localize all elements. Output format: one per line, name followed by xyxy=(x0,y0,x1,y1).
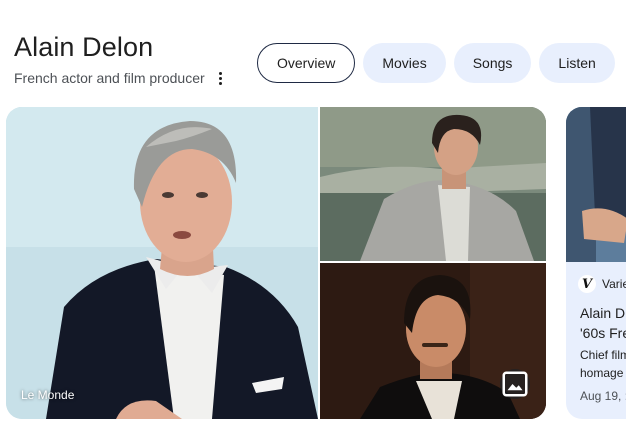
news-image-illustration xyxy=(566,107,626,262)
news-source: V Varie xyxy=(578,275,626,293)
tab-songs[interactable]: Songs xyxy=(453,43,532,83)
news-title-line: '60s Fre xyxy=(580,325,626,341)
film-still-bottom-image[interactable] xyxy=(320,263,546,419)
image-source-label: Le Monde xyxy=(21,388,75,402)
source-name: Varie xyxy=(602,277,626,291)
entity-title: Alain Delon xyxy=(14,32,154,62)
portrait-illustration xyxy=(6,107,318,419)
entity-subtitle: French actor and film producer xyxy=(14,70,205,86)
entity-tabs: Overview Movies Songs Listen xyxy=(257,43,615,83)
tab-label: Listen xyxy=(558,55,596,71)
film-still-illustration xyxy=(320,107,546,261)
film-still-top-image[interactable] xyxy=(320,107,546,261)
tab-label: Overview xyxy=(277,55,336,71)
news-snippet-line: Chief film xyxy=(580,348,626,362)
main-portrait-image[interactable]: Le Monde xyxy=(6,107,318,419)
tab-overview[interactable]: Overview xyxy=(257,43,356,83)
news-date: Aug 19, : xyxy=(580,389,626,403)
news-card[interactable]: V Varie Alain D '60s Fre Chief film homa… xyxy=(566,107,626,419)
news-snippet: Chief film homage xyxy=(580,346,626,382)
news-title-line: Alain D xyxy=(580,305,626,321)
entity-header: Alain Delon French actor and film produc… xyxy=(14,30,228,87)
tab-movies[interactable]: Movies xyxy=(363,43,446,83)
tab-label: Songs xyxy=(472,55,513,71)
news-title[interactable]: Alain D '60s Fre xyxy=(580,303,626,343)
tab-label: Movies xyxy=(382,55,427,71)
subtitle-row: French actor and film producer xyxy=(14,69,228,87)
image-gallery: Le Monde xyxy=(6,107,546,419)
image-glyph xyxy=(502,371,528,397)
news-card-image xyxy=(566,107,626,262)
source-logo: V xyxy=(578,275,596,293)
image-icon[interactable] xyxy=(500,369,530,399)
more-vert-icon[interactable] xyxy=(214,69,228,87)
news-snippet-line: homage xyxy=(580,366,624,380)
tab-listen[interactable]: Listen xyxy=(539,43,615,83)
